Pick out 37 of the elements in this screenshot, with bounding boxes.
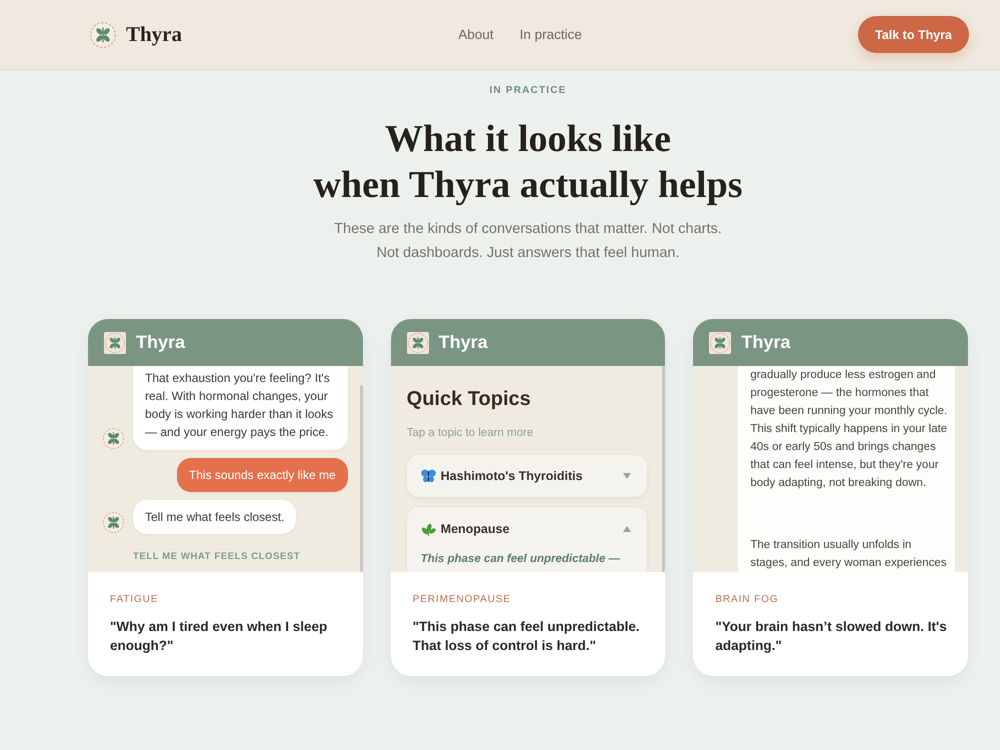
- topic-toggle[interactable]: Hashimoto's Thyroiditis: [420, 455, 634, 497]
- topic-tag: PERIMENOPAUSE: [412, 594, 646, 606]
- article-paragraph: gradually produce less estrogen and progesterone — the hormones that have been running your monthly cycle. This shift typically happens in your late 40s or early 50s and brings changes that can feel intense, but they're your body adapting, not breaking down.: [750, 368, 948, 491]
- leaf-avatar-icon: [102, 511, 125, 534]
- quote-text: "This phase can feel unpredictable. That loss of control is hard.": [412, 618, 641, 655]
- prompt-label: TELL ME WHAT FEELS CLOSEST: [132, 551, 302, 563]
- bot-message-bubble: That exhaustion you're feeling? It's real. With hormonal changes, your body is working harder than it looks — and your energy pays the price.: [133, 366, 348, 450]
- topics-heading: Quick Topics: [406, 387, 532, 411]
- topic-toggle[interactable]: Menopause: [420, 507, 634, 551]
- scrollbar-thumb[interactable]: [360, 385, 363, 572]
- leaf-emblem-icon: [89, 20, 117, 48]
- user-message-bubble: This sounds exactly like me: [176, 458, 348, 492]
- leaf-emblem-icon: [709, 332, 732, 354]
- butterfly-icon: [420, 469, 436, 483]
- nav-link[interactable]: About: [458, 27, 494, 42]
- card-title: Thyra: [136, 332, 186, 353]
- article-paragraph: The transition usually unfolds in stages, and every woman experiences: [750, 538, 948, 571]
- bot-message-bubble: Tell me what feels closest.: [133, 500, 296, 534]
- leaf-emblem-icon: [406, 332, 429, 354]
- page-heading: What it looks like when Thyra actually helps: [312, 117, 744, 208]
- card-title: Thyra: [438, 332, 488, 353]
- brand-name: Thyra: [126, 22, 182, 47]
- page-subtitle: These are the kinds of conversations that matter. Not charts. Not dashboards. Just answers that feel human.: [333, 220, 723, 263]
- leaf-avatar-icon: [102, 427, 125, 450]
- leaf-sprig-icon: [420, 522, 436, 536]
- quote-text: "Your brain hasn’t slowed down. It's adapting.": [715, 618, 948, 655]
- quote-text: "Why am I tired even when I sleep enough?": [110, 618, 328, 655]
- card-title: Thyra: [741, 332, 790, 353]
- section-eyebrow: IN PRACTICE: [488, 85, 568, 97]
- talk-button[interactable]: Talk to Thyra: [858, 16, 969, 53]
- topic-tag: BRAIN FOG: [715, 594, 948, 606]
- leaf-emblem-icon: [104, 332, 126, 354]
- nav-link[interactable]: In practice: [520, 27, 582, 42]
- topic-tag: FATIGUE: [110, 594, 343, 606]
- topics-hint: Tap a topic to learn more: [406, 426, 534, 441]
- topic-description: This phase can feel unpredictable —: [420, 552, 622, 567]
- scrollbar-thumb[interactable]: [662, 366, 666, 572]
